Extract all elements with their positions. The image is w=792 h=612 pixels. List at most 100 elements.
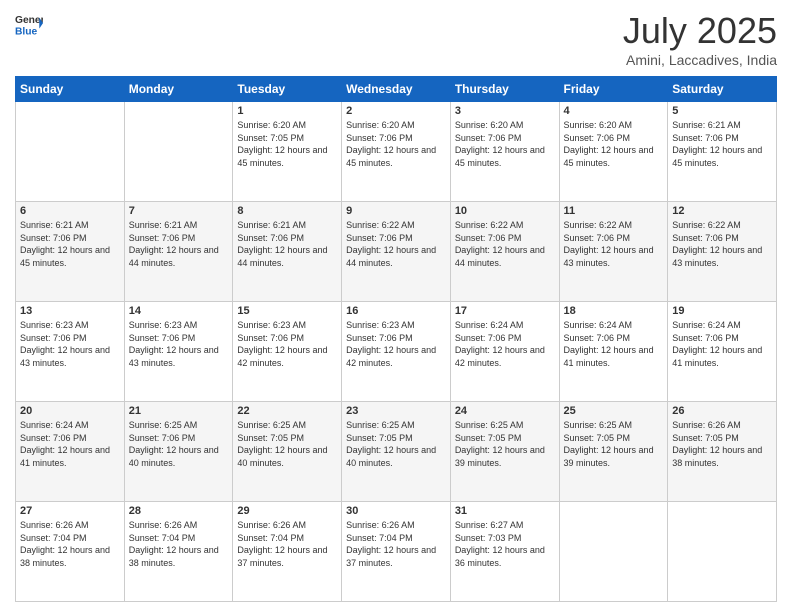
calendar-cell: 12 Sunrise: 6:22 AM Sunset: 7:06 PM Dayli… (668, 202, 777, 302)
calendar-week-5: 27 Sunrise: 6:26 AM Sunset: 7:04 PM Dayli… (16, 502, 777, 602)
day-info: Sunrise: 6:25 AM Sunset: 7:05 PM Dayligh… (564, 419, 664, 469)
day-number: 4 (564, 105, 664, 117)
day-info: Sunrise: 6:26 AM Sunset: 7:05 PM Dayligh… (672, 419, 772, 469)
day-number: 12 (672, 205, 772, 217)
calendar-cell: 14Sunrise: 6:23 AM Sunset: 7:06 PM Dayli… (124, 302, 233, 402)
day-number: 28 (129, 505, 229, 517)
day-info: Sunrise: 6:24 AM Sunset: 7:06 PM Dayligh… (672, 319, 772, 369)
day-number: 3 (455, 105, 555, 117)
day-header-thursday: Thursday (450, 77, 559, 102)
calendar-cell: 18 Sunrise: 6:24 AM Sunset: 7:06 PM Dayli… (559, 302, 668, 402)
calendar-cell: 31Sunrise: 6:27 AM Sunset: 7:03 PM Dayli… (450, 502, 559, 602)
calendar-cell: 29Sunrise: 6:26 AM Sunset: 7:04 PM Dayli… (233, 502, 342, 602)
calendar-week-4: 20 Sunrise: 6:24 AM Sunset: 7:06 PM Dayli… (16, 402, 777, 502)
day-number: 11 (564, 205, 664, 217)
calendar-cell: 17 Sunrise: 6:24 AM Sunset: 7:06 PM Dayli… (450, 302, 559, 402)
header-row: SundayMondayTuesdayWednesdayThursdayFrid… (16, 77, 777, 102)
day-number: 18 (564, 305, 664, 317)
day-number: 16 (346, 305, 446, 317)
header: General Blue July 2025 Amini, Laccadives… (15, 10, 777, 68)
day-number: 31 (455, 505, 555, 517)
day-number: 19 (672, 305, 772, 317)
day-info: Sunrise: 6:21 AM Sunset: 7:06 PM Dayligh… (237, 219, 337, 269)
calendar-cell (559, 502, 668, 602)
day-header-monday: Monday (124, 77, 233, 102)
day-info: Sunrise: 6:21 AM Sunset: 7:06 PM Dayligh… (672, 119, 772, 169)
day-info: Sunrise: 6:24 AM Sunset: 7:06 PM Dayligh… (20, 419, 120, 469)
calendar-cell: 2 Sunrise: 6:20 AM Sunset: 7:06 PM Daylig… (342, 102, 451, 202)
day-info: Sunrise: 6:24 AM Sunset: 7:06 PM Dayligh… (455, 319, 555, 369)
calendar-cell: 23Sunrise: 6:25 AM Sunset: 7:05 PM Dayli… (342, 402, 451, 502)
day-info: Sunrise: 6:23 AM Sunset: 7:06 PM Dayligh… (20, 319, 120, 369)
day-number: 27 (20, 505, 120, 517)
day-info: Sunrise: 6:26 AM Sunset: 7:04 PM Dayligh… (237, 519, 337, 569)
logo-icon: General Blue (15, 10, 43, 38)
calendar-cell: 16Sunrise: 6:23 AM Sunset: 7:06 PM Dayli… (342, 302, 451, 402)
day-info: Sunrise: 6:25 AM Sunset: 7:06 PM Dayligh… (129, 419, 229, 469)
day-info: Sunrise: 6:23 AM Sunset: 7:06 PM Dayligh… (237, 319, 337, 369)
day-info: Sunrise: 6:20 AM Sunset: 7:06 PM Dayligh… (564, 119, 664, 169)
day-number: 20 (20, 405, 120, 417)
calendar-cell: 15 Sunrise: 6:23 AM Sunset: 7:06 PM Dayli… (233, 302, 342, 402)
calendar-cell: 24 Sunrise: 6:25 AM Sunset: 7:05 PM Dayli… (450, 402, 559, 502)
calendar-cell (124, 102, 233, 202)
day-info: Sunrise: 6:25 AM Sunset: 7:05 PM Dayligh… (455, 419, 555, 469)
page: General Blue July 2025 Amini, Laccadives… (0, 0, 792, 612)
day-number: 10 (455, 205, 555, 217)
calendar-cell: 30 Sunrise: 6:26 AM Sunset: 7:04 PM Dayli… (342, 502, 451, 602)
svg-text:Blue: Blue (15, 26, 38, 37)
day-header-wednesday: Wednesday (342, 77, 451, 102)
day-number: 13 (20, 305, 120, 317)
day-info: Sunrise: 6:21 AM Sunset: 7:06 PM Dayligh… (20, 219, 120, 269)
calendar-cell: 7Sunrise: 6:21 AM Sunset: 7:06 PM Daylig… (124, 202, 233, 302)
day-info: Sunrise: 6:26 AM Sunset: 7:04 PM Dayligh… (346, 519, 446, 569)
day-header-saturday: Saturday (668, 77, 777, 102)
day-number: 23 (346, 405, 446, 417)
calendar-table: SundayMondayTuesdayWednesdayThursdayFrid… (15, 76, 777, 602)
calendar-week-2: 6Sunrise: 6:21 AM Sunset: 7:06 PM Daylig… (16, 202, 777, 302)
calendar-body: 1Sunrise: 6:20 AM Sunset: 7:05 PM Daylig… (16, 102, 777, 602)
day-number: 5 (672, 105, 772, 117)
day-info: Sunrise: 6:20 AM Sunset: 7:06 PM Dayligh… (346, 119, 446, 169)
calendar-cell: 10 Sunrise: 6:22 AM Sunset: 7:06 PM Dayli… (450, 202, 559, 302)
day-number: 30 (346, 505, 446, 517)
day-info: Sunrise: 6:22 AM Sunset: 7:06 PM Dayligh… (346, 219, 446, 269)
day-number: 25 (564, 405, 664, 417)
day-info: Sunrise: 6:21 AM Sunset: 7:06 PM Dayligh… (129, 219, 229, 269)
calendar-cell: 4 Sunrise: 6:20 AM Sunset: 7:06 PM Daylig… (559, 102, 668, 202)
calendar-cell (668, 502, 777, 602)
day-info: Sunrise: 6:22 AM Sunset: 7:06 PM Dayligh… (455, 219, 555, 269)
calendar-cell: 20 Sunrise: 6:24 AM Sunset: 7:06 PM Dayli… (16, 402, 125, 502)
calendar-cell: 28 Sunrise: 6:26 AM Sunset: 7:04 PM Dayli… (124, 502, 233, 602)
calendar-cell (16, 102, 125, 202)
calendar-cell: 1Sunrise: 6:20 AM Sunset: 7:05 PM Daylig… (233, 102, 342, 202)
month-title: July 2025 (623, 10, 777, 52)
calendar-cell: 27Sunrise: 6:26 AM Sunset: 7:04 PM Dayli… (16, 502, 125, 602)
day-number: 8 (237, 205, 337, 217)
day-info: Sunrise: 6:22 AM Sunset: 7:06 PM Dayligh… (672, 219, 772, 269)
day-info: Sunrise: 6:20 AM Sunset: 7:05 PM Dayligh… (237, 119, 337, 169)
calendar-cell: 22Sunrise: 6:25 AM Sunset: 7:05 PM Dayli… (233, 402, 342, 502)
day-info: Sunrise: 6:22 AM Sunset: 7:06 PM Dayligh… (564, 219, 664, 269)
day-number: 26 (672, 405, 772, 417)
day-number: 14 (129, 305, 229, 317)
calendar-cell: 3Sunrise: 6:20 AM Sunset: 7:06 PM Daylig… (450, 102, 559, 202)
calendar-cell: 9 Sunrise: 6:22 AM Sunset: 7:06 PM Daylig… (342, 202, 451, 302)
day-number: 15 (237, 305, 337, 317)
day-number: 9 (346, 205, 446, 217)
day-number: 2 (346, 105, 446, 117)
calendar-cell: 13 Sunrise: 6:23 AM Sunset: 7:06 PM Dayli… (16, 302, 125, 402)
day-number: 24 (455, 405, 555, 417)
location-title: Amini, Laccadives, India (623, 52, 777, 68)
calendar-cell: 6Sunrise: 6:21 AM Sunset: 7:06 PM Daylig… (16, 202, 125, 302)
calendar-cell: 19 Sunrise: 6:24 AM Sunset: 7:06 PM Dayli… (668, 302, 777, 402)
day-header-tuesday: Tuesday (233, 77, 342, 102)
day-number: 17 (455, 305, 555, 317)
day-info: Sunrise: 6:24 AM Sunset: 7:06 PM Dayligh… (564, 319, 664, 369)
day-info: Sunrise: 6:26 AM Sunset: 7:04 PM Dayligh… (129, 519, 229, 569)
day-header-sunday: Sunday (16, 77, 125, 102)
calendar-cell: 25 Sunrise: 6:25 AM Sunset: 7:05 PM Dayli… (559, 402, 668, 502)
calendar-week-1: 1Sunrise: 6:20 AM Sunset: 7:05 PM Daylig… (16, 102, 777, 202)
title-block: July 2025 Amini, Laccadives, India (623, 10, 777, 68)
day-info: Sunrise: 6:25 AM Sunset: 7:05 PM Dayligh… (237, 419, 337, 469)
